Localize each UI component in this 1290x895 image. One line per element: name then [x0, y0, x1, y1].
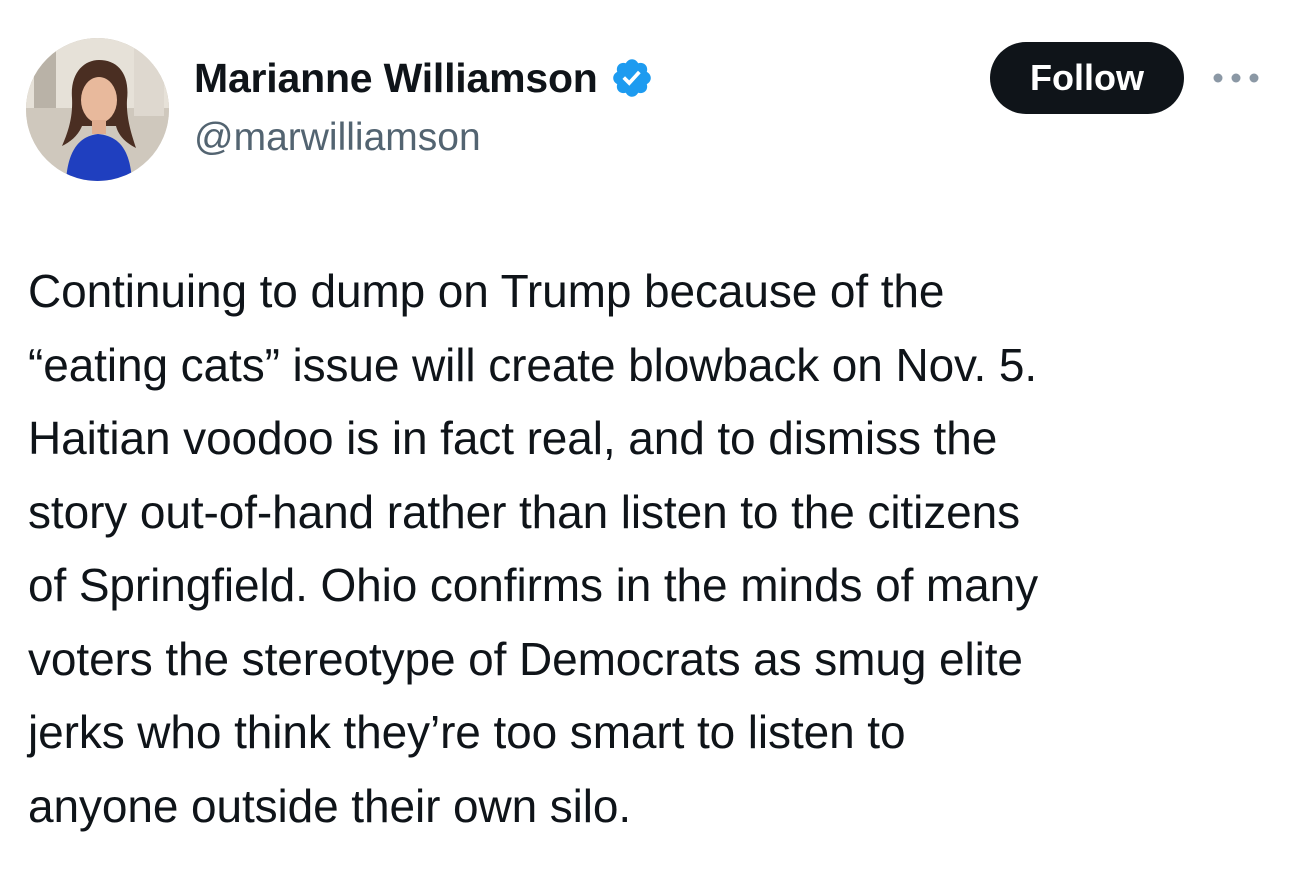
verified-badge-icon [610, 56, 654, 100]
more-horizontal-icon [1213, 73, 1259, 83]
author-handle[interactable]: @marwilliamson [194, 116, 654, 160]
follow-button[interactable]: Follow [990, 42, 1184, 114]
tweet-card: Marianne Williamson @marwilliamson Follo… [0, 0, 1290, 895]
avatar[interactable] [26, 38, 169, 181]
author-block: Marianne Williamson @marwilliamson [194, 52, 654, 160]
more-options-button[interactable] [1208, 60, 1264, 96]
tweet-text: Continuing to dump on Trump because of t… [28, 265, 1039, 832]
author-display-name[interactable]: Marianne Williamson [194, 55, 598, 102]
profile-photo-icon [26, 38, 169, 181]
author-name-row: Marianne Williamson [194, 52, 654, 104]
